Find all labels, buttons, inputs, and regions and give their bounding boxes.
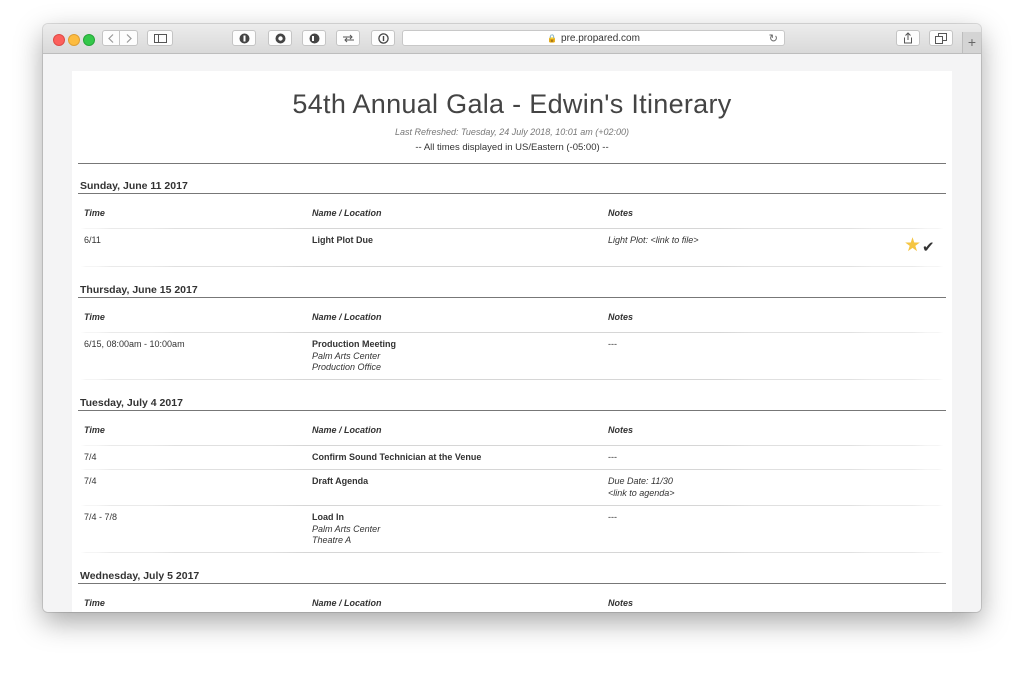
divider [78, 410, 946, 411]
column-header-notes: Notes [608, 598, 634, 608]
chevron-right-icon [126, 33, 132, 43]
row-notes: --- [608, 452, 617, 462]
tabs-overview-button[interactable] [929, 30, 953, 46]
row-divider [78, 469, 946, 470]
column-header-name: Name / Location [312, 208, 382, 218]
timezone-note: -- All times displayed in US/Eastern (-0… [415, 142, 609, 153]
tabs-icon [935, 32, 947, 44]
day-heading: Wednesday, July 5 2017 [80, 570, 200, 582]
itinerary-page: 54th Annual Gala - Edwin's Itinerary Las… [72, 71, 952, 612]
row-name: Production Meeting [312, 339, 396, 349]
column-header-name: Name / Location [312, 312, 382, 322]
column-header-time: Time [84, 208, 105, 218]
row-notes: Light Plot: <link to file> [608, 235, 699, 245]
row-note-line: Due Date: 11/30 [608, 476, 673, 486]
day-heading: Thursday, June 15 2017 [80, 284, 198, 296]
checkmark-icon[interactable]: ✔ [922, 240, 935, 256]
row-notes: Due Date: 11/30 <link to agenda> [608, 476, 675, 499]
row-divider [78, 266, 946, 267]
browser-window: 🔒 pre.propared.com ↻ + 54th Annual Gala … [43, 24, 981, 612]
row-divider [78, 445, 946, 446]
address-bar[interactable]: 🔒 pre.propared.com ↻ [402, 30, 785, 46]
url-text: pre.propared.com [561, 32, 640, 44]
row-name: Confirm Sound Technician at the Venue [312, 452, 482, 462]
row-name: Load In [312, 512, 344, 522]
row-time: 6/11 [84, 235, 101, 245]
browser-toolbar: 🔒 pre.propared.com ↻ + [43, 24, 981, 54]
row-location: Theatre A [312, 535, 352, 545]
arrows-icon [342, 34, 354, 42]
divider [78, 193, 946, 194]
last-refreshed: Last Refreshed: Tuesday, 24 July 2018, 1… [394, 127, 630, 137]
extension-5-button[interactable] [371, 30, 395, 46]
zoom-window-button[interactable] [83, 34, 95, 46]
row-note-link[interactable]: <link to agenda> [608, 488, 675, 500]
day-heading: Sunday, June 11 2017 [80, 180, 188, 192]
row-name-location: Production Meeting Palm Arts Center Prod… [312, 339, 396, 374]
new-tab-button[interactable]: + [962, 32, 981, 53]
row-divider [78, 228, 946, 229]
lock-icon: 🔒 [547, 33, 558, 43]
minimize-window-button[interactable] [68, 34, 80, 46]
row-location: Palm Arts Center [312, 350, 381, 361]
column-header-name: Name / Location [312, 598, 382, 608]
row-divider [78, 552, 946, 553]
column-header-time: Time [84, 312, 105, 322]
reload-icon[interactable]: ↻ [769, 32, 778, 45]
sidebar-icon [153, 33, 167, 43]
row-name: Draft Agenda [312, 476, 369, 486]
extension-3-button[interactable] [302, 30, 326, 46]
day-heading: Tuesday, July 4 2017 [80, 397, 183, 409]
extension-grammarly-button[interactable] [268, 30, 292, 46]
column-header-notes: Notes [608, 208, 634, 218]
grammarly-icon [275, 33, 285, 43]
extension-4-button[interactable] [336, 30, 360, 46]
back-button[interactable] [102, 30, 120, 46]
info-icon [377, 32, 389, 44]
column-header-notes: Notes [608, 312, 634, 322]
row-name-location: Load In Palm Arts Center Theatre A [312, 512, 380, 547]
row-time: 7/4 [84, 452, 97, 462]
divider [78, 163, 946, 164]
divider [78, 583, 946, 584]
row-time: 7/4 - 7/8 [84, 512, 118, 522]
row-location: Production Office [312, 362, 382, 372]
divider [78, 297, 946, 298]
share-button[interactable] [896, 30, 920, 46]
sidebar-button[interactable] [147, 30, 173, 46]
chevron-left-icon [108, 33, 114, 43]
row-divider [78, 379, 946, 380]
shield-icon [239, 33, 249, 43]
share-icon [904, 32, 912, 44]
row-divider [78, 505, 946, 506]
page-title: 54th Annual Gala - Edwin's Itinerary [292, 89, 732, 119]
row-notes: --- [608, 512, 617, 522]
close-window-button[interactable] [53, 34, 65, 46]
column-header-time: Time [84, 425, 105, 435]
column-header-name: Name / Location [312, 425, 382, 435]
column-header-time: Time [84, 598, 105, 608]
extension-1-button[interactable] [232, 30, 256, 46]
forward-button[interactable] [120, 30, 138, 46]
star-icon[interactable]: ★ [904, 236, 921, 255]
column-header-notes: Notes [608, 425, 634, 435]
row-location: Palm Arts Center [312, 523, 381, 534]
ghost-icon [309, 33, 319, 43]
row-time: 7/4 [84, 476, 97, 486]
web-content: 54th Annual Gala - Edwin's Itinerary Las… [43, 54, 981, 612]
row-divider [78, 332, 946, 333]
row-name: Light Plot Due [312, 235, 373, 245]
row-time: 6/15, 08:00am - 10:00am [84, 339, 185, 349]
row-notes: --- [608, 339, 617, 349]
